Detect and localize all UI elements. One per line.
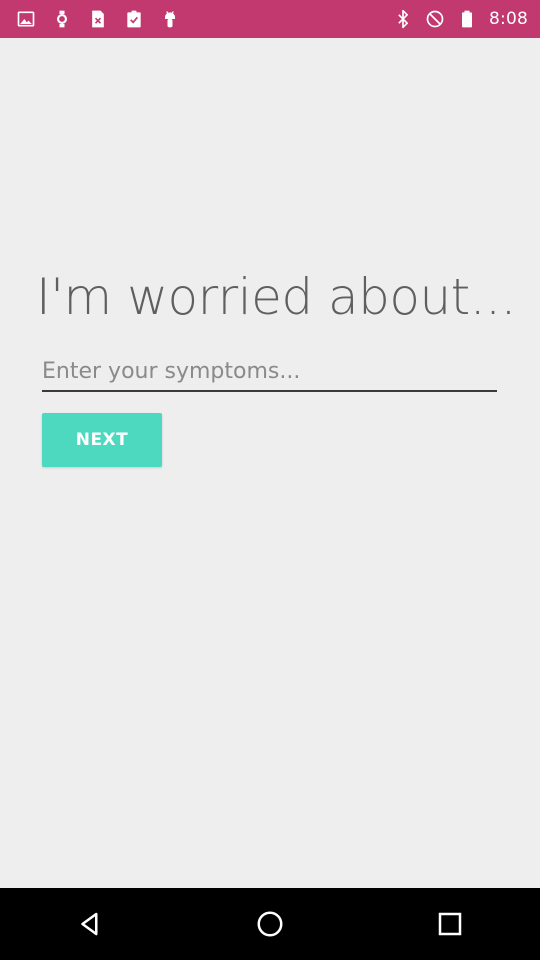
home-icon	[257, 911, 283, 937]
status-left-icons	[16, 9, 180, 29]
watch-icon	[52, 9, 72, 29]
navigation-bar	[0, 888, 540, 960]
next-button[interactable]: NEXT	[42, 413, 162, 467]
app-screen: 8:08 I'm worried about... NEXT	[0, 0, 540, 960]
clipboard-check-icon	[124, 9, 144, 29]
status-right-icons: 8:08	[393, 9, 528, 29]
page-title: I'm worried about...	[36, 268, 516, 326]
do-not-disturb-icon	[425, 9, 445, 29]
status-bar: 8:08	[0, 0, 540, 38]
nav-recents-button[interactable]	[410, 888, 490, 960]
bluetooth-icon	[393, 9, 413, 29]
symptom-input[interactable]	[42, 352, 497, 392]
android-icon	[160, 9, 180, 29]
status-time: 8:08	[489, 9, 528, 29]
doc-close-icon	[88, 9, 108, 29]
battery-icon	[457, 9, 477, 29]
nav-back-button[interactable]	[50, 888, 130, 960]
nav-home-button[interactable]	[230, 888, 310, 960]
recents-icon	[438, 912, 462, 936]
back-icon	[81, 912, 98, 936]
image-icon	[16, 9, 36, 29]
